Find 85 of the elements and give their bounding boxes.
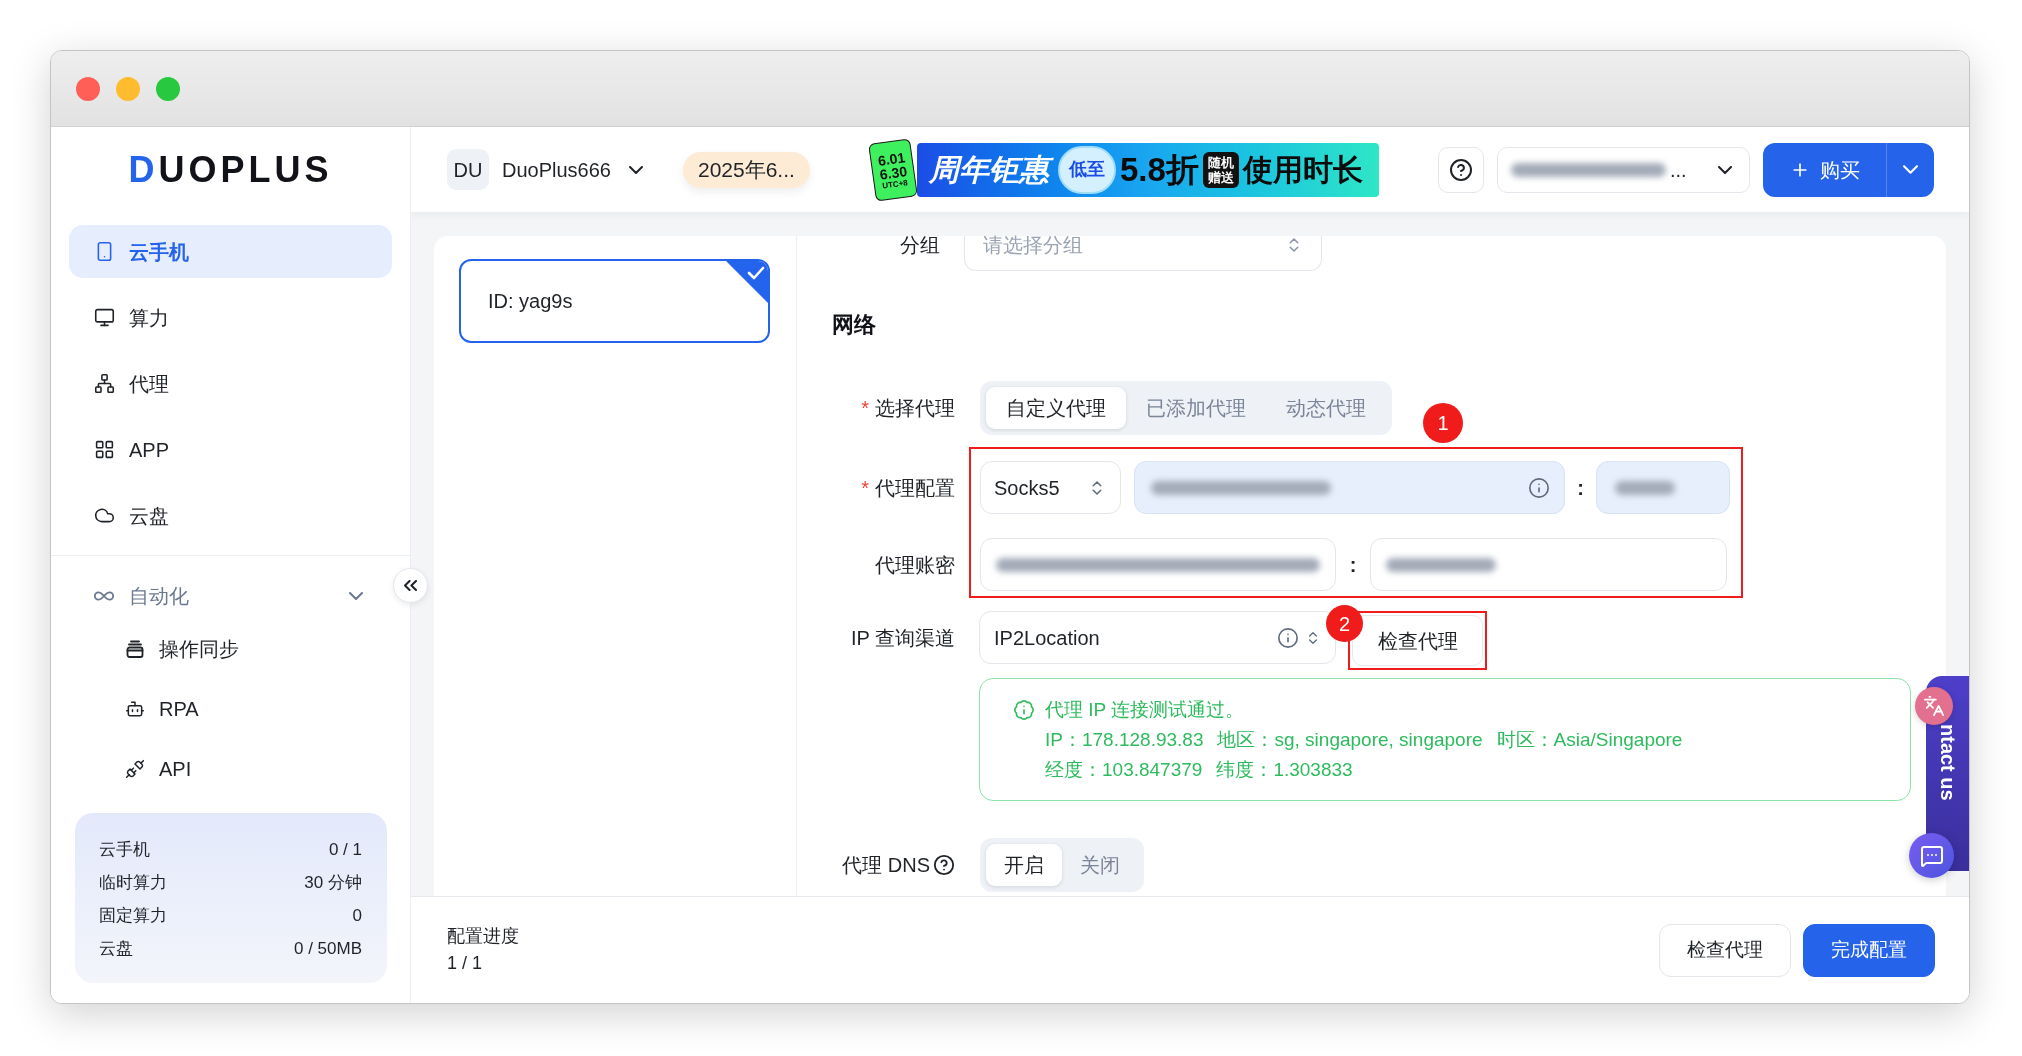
grid-icon [94, 439, 115, 460]
host-field[interactable] [1134, 461, 1565, 514]
stat-label: 云手机 [99, 838, 150, 861]
workspace-avatar: DU [447, 149, 489, 190]
field-label: 代理 DNS [842, 853, 930, 878]
device-card[interactable]: ID: yag9s [459, 259, 770, 343]
stat-value: 0 / 50MB [293, 937, 362, 960]
check-proxy-button[interactable]: 检查代理 [1659, 923, 1791, 977]
password-field[interactable] [1370, 538, 1727, 591]
stat-label: 云盘 [99, 937, 133, 960]
required-marker: * [861, 475, 869, 501]
info-badge-icon [1013, 699, 1035, 721]
result-detail: 纬度：1.303833 [1216, 758, 1353, 782]
result-message: 代理 IP 连接测试通过。 [1045, 698, 1245, 722]
port-field[interactable] [1596, 461, 1730, 514]
protocol-select[interactable]: Socks5 [980, 461, 1121, 514]
sidebar-item[interactable]: 代理 [69, 357, 392, 410]
result-detail: 时区：Asia/Singapore [1496, 728, 1683, 752]
result-detail: 经度：103.847379 [1045, 758, 1203, 782]
stat-value: 0 [352, 904, 362, 927]
segment-tab[interactable]: 开启 [986, 844, 1062, 886]
logo: DUOPLUS [128, 152, 333, 188]
sidebar-subitem[interactable]: RPA [69, 686, 392, 732]
result-detail: 地区：sg, singapore, singapore [1217, 728, 1483, 752]
step-marker: 1 [1423, 403, 1463, 443]
sidebar-item[interactable]: APP [69, 423, 392, 476]
account-dropdown[interactable]: ... [1497, 146, 1750, 193]
close-button[interactable] [76, 76, 100, 101]
field-label: IP 查询渠道 [850, 625, 955, 651]
stack-icon [125, 639, 145, 659]
chevron-icon [1903, 165, 1918, 174]
banner-tagline: 使用时长 [1242, 151, 1363, 188]
buy-button[interactable]: 购买 [1763, 142, 1886, 197]
help-button[interactable] [1438, 146, 1484, 193]
progress-label: 配置进度 [447, 925, 519, 948]
stat-value: 30 分钟 [304, 871, 362, 894]
field-label: 选择代理 [875, 396, 955, 421]
date-pill: 2025年6... [682, 151, 810, 188]
tag-text: 6.01 [876, 149, 906, 167]
info-icon [1277, 626, 1299, 649]
username-field[interactable] [980, 538, 1336, 591]
chevron-icon [1718, 165, 1732, 174]
monitor-icon [94, 307, 115, 328]
result-detail: IP：178.128.93.83 [1045, 728, 1204, 752]
workspace-switcher[interactable]: DU DuoPlus666 [447, 149, 643, 190]
help-icon [933, 854, 955, 876]
chevron-icon [349, 591, 363, 600]
help-icon [1449, 157, 1473, 182]
sidebar-group[interactable]: 自动化 [69, 569, 392, 622]
segment-tab[interactable]: 自定义代理 [986, 387, 1126, 429]
section-title: 网络 [832, 311, 876, 339]
sidebar-subitem[interactable]: API [69, 746, 392, 792]
sidebar-item[interactable]: 云手机 [69, 225, 392, 278]
buy-menu-button[interactable] [1886, 142, 1934, 197]
robot-icon [125, 699, 145, 719]
zoom-button[interactable] [156, 76, 180, 101]
collapse-icon [404, 580, 417, 591]
required-marker: * [861, 396, 869, 421]
finish-button[interactable]: 完成配置 [1803, 923, 1935, 977]
separator: : [1348, 552, 1358, 578]
banner-badge: 低至 [1057, 145, 1116, 194]
banner-gift: 随机赠送 [1202, 151, 1239, 188]
banner-discount: 5.8折 [1119, 150, 1199, 189]
tag-text: UTC+8 [881, 178, 909, 190]
banner-headline: 周年钜惠 [928, 151, 1054, 188]
progress-value: 1 / 1 [447, 952, 483, 975]
sidebar-subitem[interactable]: 操作同步 [69, 626, 392, 672]
sidebar-item[interactable]: 算力 [69, 291, 392, 344]
ip-channel-select[interactable]: IP2Location [979, 611, 1336, 664]
separator: : [1576, 475, 1585, 501]
chat-icon [1919, 843, 1944, 868]
stat-value: 0 / 1 [328, 838, 362, 861]
check-corner-icon [726, 261, 768, 303]
info-icon [1528, 476, 1550, 499]
minimize-button[interactable] [116, 76, 140, 101]
field-label: 代理账密 [875, 552, 955, 578]
stat-label: 固定算力 [99, 904, 167, 927]
plug-icon [125, 759, 145, 779]
chevron-icon [628, 165, 643, 174]
field-label: 代理配置 [875, 475, 955, 501]
network-icon [94, 373, 115, 394]
stat-label: 临时算力 [99, 871, 167, 894]
field-label: 分组 [900, 236, 940, 258]
check-proxy-button[interactable]: 检查代理 [1352, 615, 1483, 666]
sidebar-item[interactable]: 云盘 [69, 489, 392, 542]
